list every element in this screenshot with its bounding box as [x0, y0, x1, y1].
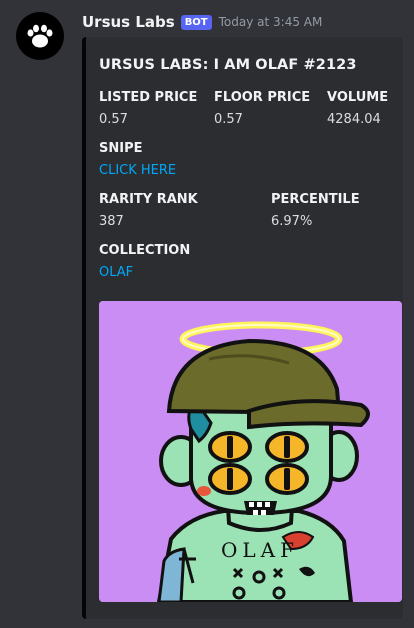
listed-price-value: 0.57 — [99, 112, 128, 127]
rarity-rank-label: RARITY RANK — [99, 192, 198, 207]
floor-price-value: 0.57 — [214, 112, 243, 127]
percentile-value: 6.97% — [271, 214, 313, 229]
volume-value: 4284.04 — [327, 112, 381, 127]
snipe-link[interactable]: CLICK HERE — [99, 163, 176, 178]
username[interactable]: Ursus Labs — [82, 13, 175, 31]
bot-badge: BOT — [180, 14, 212, 30]
bear-paw-icon — [27, 24, 53, 48]
snipe-label: SNIPE — [99, 141, 143, 156]
floor-price-label: FLOOR PRICE — [214, 90, 311, 105]
collection-label: COLLECTION — [99, 243, 191, 258]
listed-price-label: LISTED PRICE — [99, 90, 198, 105]
volume-label: VOLUME — [327, 90, 389, 105]
collection-link[interactable]: OLAF — [99, 265, 133, 280]
nft-image[interactable]: OLAF — [99, 301, 402, 602]
rarity-rank-value: 387 — [99, 214, 124, 229]
bot-avatar[interactable] — [16, 12, 64, 60]
olaf-tattoo-text: OLAF — [221, 538, 299, 562]
percentile-label: PERCENTILE — [271, 192, 360, 207]
embed-card: URSUS LABS: I AM OLAF #2123 LISTED PRICE… — [82, 37, 403, 619]
message-header: Ursus Labs BOT Today at 3:45 AM — [82, 12, 322, 32]
timestamp: Today at 3:45 AM — [218, 15, 323, 29]
embed-title: URSUS LABS: I AM OLAF #2123 — [99, 57, 357, 73]
